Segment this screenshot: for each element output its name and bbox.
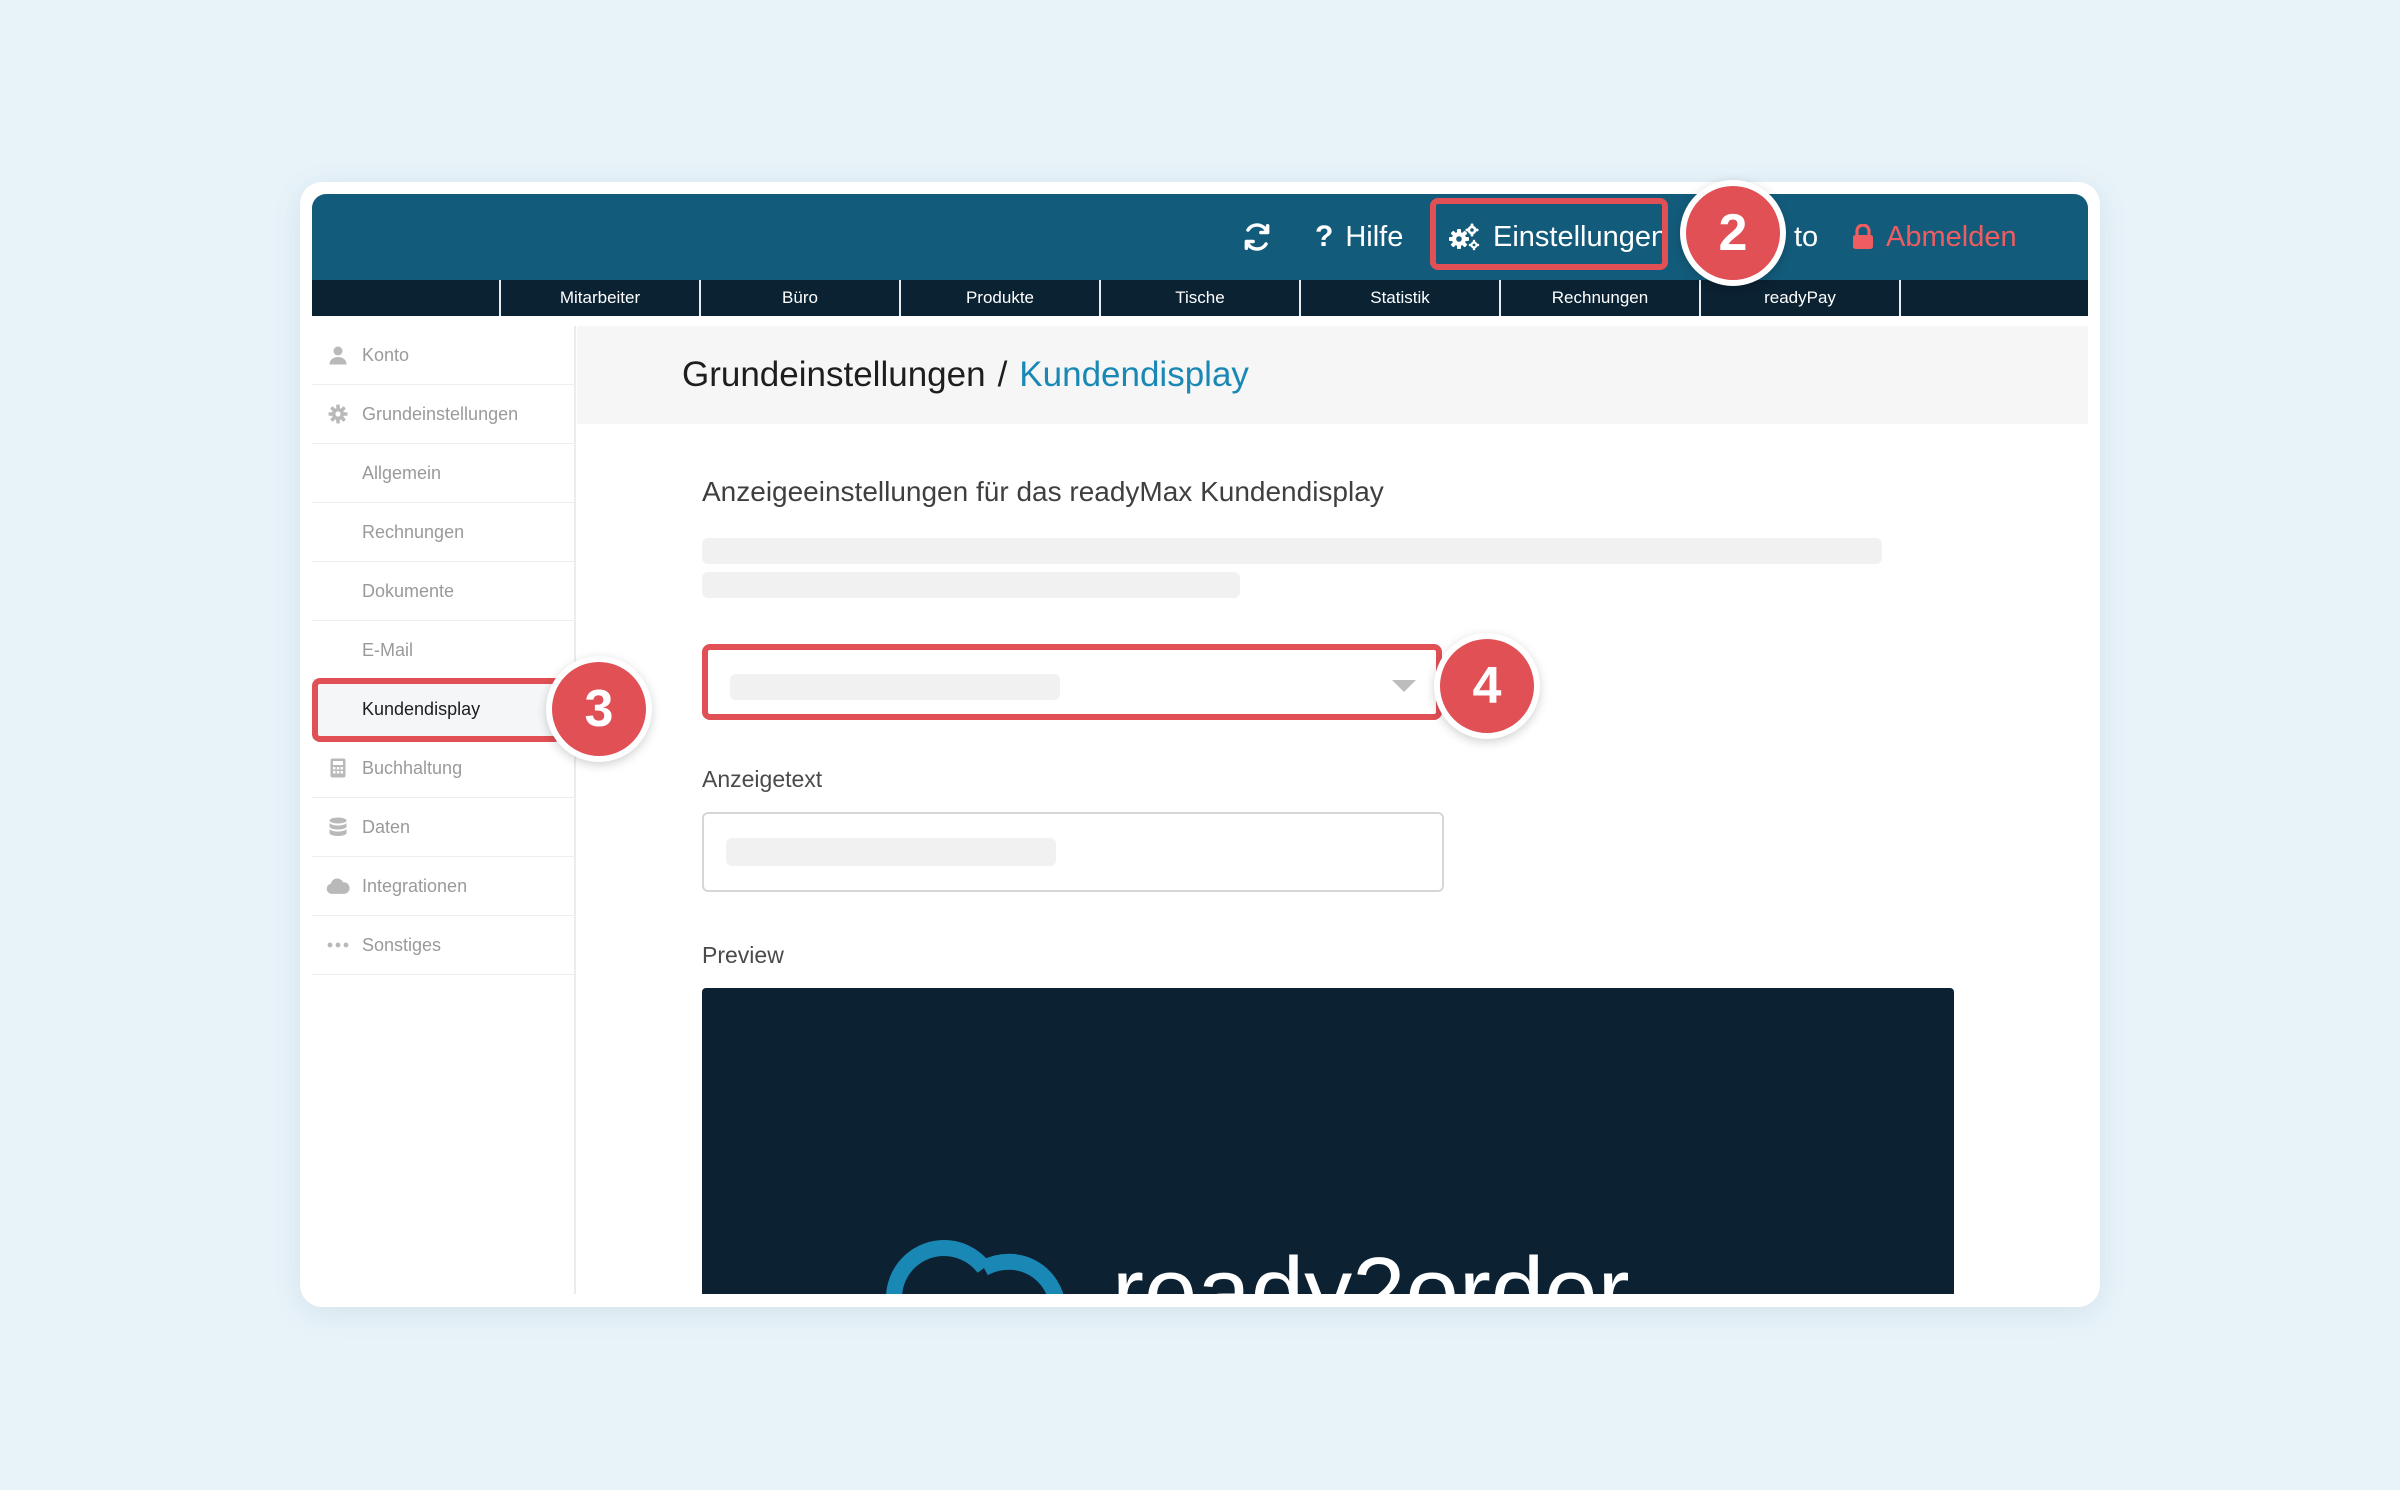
input-value-placeholder	[726, 838, 1056, 866]
ellipsis-icon	[326, 942, 350, 948]
sidebar-item-integrationen[interactable]: Integrationen	[312, 857, 576, 916]
sidebar-item-label: Rechnungen	[362, 521, 465, 542]
sidebar-item-email[interactable]: E-Mail	[312, 621, 576, 680]
sidebar-item-label: Integrationen	[362, 875, 468, 896]
database-icon	[326, 817, 350, 837]
step-badge-4: 4	[1434, 633, 1540, 739]
sidebar-item-dokumente[interactable]: Dokumente	[312, 562, 576, 621]
sidebar-item-rechnungen[interactable]: Rechnungen	[312, 503, 576, 562]
sidebar-item-label: Dokumente	[362, 580, 455, 601]
sidebar-item-konto[interactable]: Konto	[312, 326, 576, 385]
account-link[interactable]: to	[1794, 194, 1818, 280]
breadcrumb: Grundeinstellungen / Kundendisplay	[682, 326, 1249, 424]
account-label-partial: to	[1794, 220, 1819, 253]
customer-display-preview: ready2order	[702, 988, 1954, 1294]
gear-icon	[326, 404, 350, 424]
sidebar-item-label: Kundendisplay	[362, 698, 481, 719]
user-icon	[326, 345, 350, 365]
select-value-placeholder	[730, 674, 1060, 700]
nav-item-tische[interactable]: Tische	[1099, 280, 1299, 316]
sidebar-item-label: Grundeinstellungen	[362, 403, 519, 424]
sidebar-item-grundeinstellungen[interactable]: Grundeinstellungen	[312, 385, 576, 444]
display-mode-select[interactable]	[702, 644, 1442, 720]
preview-label: Preview	[702, 942, 784, 968]
logout-label: Abmelden	[1886, 220, 2017, 253]
description-placeholder-line	[702, 572, 1240, 598]
nav-item-statistik[interactable]: Statistik	[1299, 280, 1499, 316]
breadcrumb-bar: Grundeinstellungen / Kundendisplay	[577, 326, 2088, 424]
breadcrumb-current: Kundendisplay	[1019, 355, 1249, 394]
calculator-icon	[326, 758, 350, 778]
cloud-icon	[326, 877, 350, 895]
nav-item-rechnungen[interactable]: Rechnungen	[1499, 280, 1699, 316]
sidebar-item-daten[interactable]: Daten	[312, 798, 576, 857]
display-text-label: Anzeigetext	[702, 766, 823, 792]
nav-divider	[1899, 280, 1901, 316]
sidebar-item-label: Buchhaltung	[362, 757, 463, 778]
lock-icon	[1853, 224, 1873, 249]
ready2order-logo-icon	[886, 1240, 1064, 1294]
nav-item-mitarbeiter[interactable]: Mitarbeiter	[499, 280, 699, 316]
refresh-icon	[1244, 223, 1270, 251]
sidebar-item-label: Daten	[362, 816, 411, 837]
main-nav: Mitarbeiter Büro Produkte Tische Statist…	[312, 280, 2088, 316]
logout-link[interactable]: Abmelden	[1852, 194, 2017, 280]
sidebar-item-kundendisplay[interactable]: Kundendisplay	[312, 680, 576, 739]
section-title: Anzeigeeinstellungen für das readyMax Ku…	[702, 476, 1384, 507]
chevron-down-icon[interactable]	[1392, 680, 1416, 692]
settings-highlight-frame	[1430, 198, 1668, 270]
breadcrumb-parent[interactable]: Grundeinstellungen	[682, 355, 986, 395]
step-badge-3: 3	[546, 656, 652, 762]
sidebar-item-label: E-Mail	[362, 639, 414, 660]
sidebar-item-label: Sonstiges	[362, 934, 442, 955]
description-placeholder-line	[702, 538, 1882, 564]
nav-item-produkte[interactable]: Produkte	[899, 280, 1099, 316]
help-link[interactable]: ? Hilfe	[1315, 194, 1403, 280]
display-text-input[interactable]	[702, 812, 1444, 892]
brand-logo: ready2order	[872, 1228, 1630, 1294]
sidebar-item-label: Konto	[362, 344, 410, 365]
help-label: Hilfe	[1345, 220, 1404, 253]
nav-item-buero[interactable]: Büro	[699, 280, 899, 316]
settings-sidebar: Konto Grundeinstellungen Allgemein Rechn…	[312, 326, 576, 1294]
sidebar-item-label: Allgemein	[362, 462, 442, 483]
top-bar: ? Hilfe Einstellungen to Abmelden	[312, 194, 2088, 280]
question-icon: ?	[1315, 220, 1334, 253]
brand-wordmark: ready2order	[1112, 1238, 1630, 1295]
sidebar-item-allgemein[interactable]: Allgemein	[312, 444, 576, 503]
refresh-button[interactable]	[1242, 194, 1272, 280]
sidebar-item-sonstiges[interactable]: Sonstiges	[312, 916, 576, 975]
breadcrumb-separator: /	[997, 355, 1008, 394]
step-badge-2: 2	[1680, 180, 1786, 286]
sidebar-item-buchhaltung[interactable]: Buchhaltung	[312, 739, 576, 798]
